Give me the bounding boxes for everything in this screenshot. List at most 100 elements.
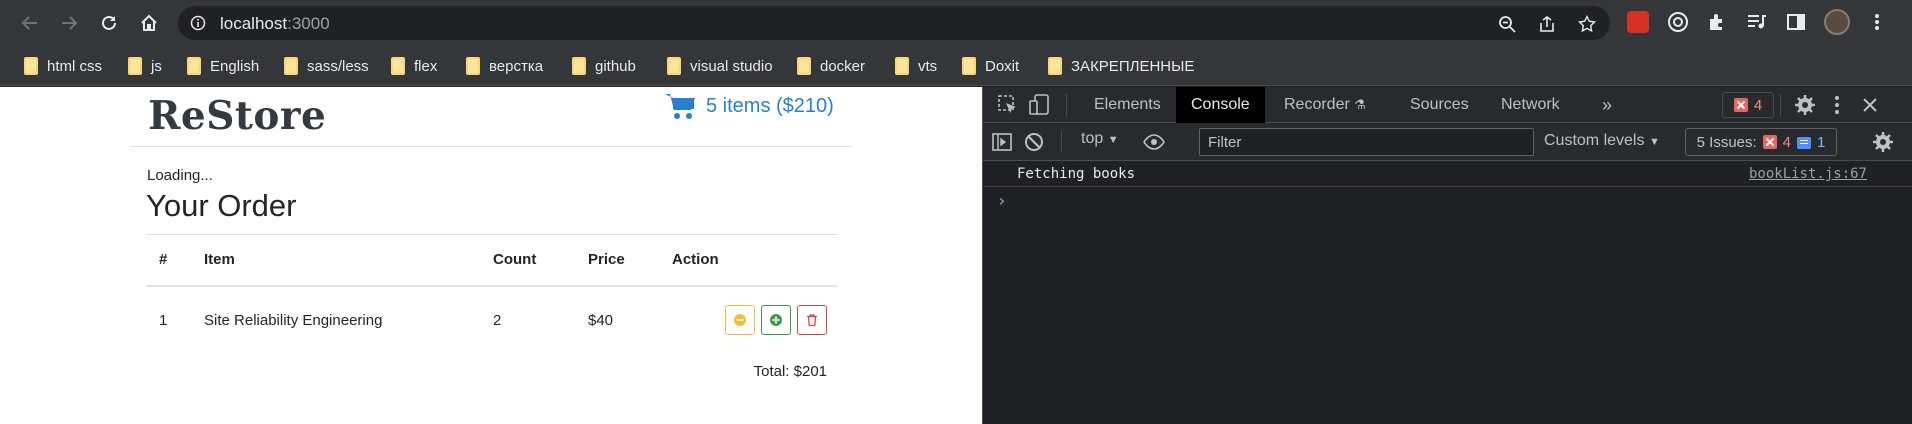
order-total: Total: $201 <box>753 363 827 380</box>
issues-label: 5 Issues: <box>1696 133 1757 151</box>
minus-circle-icon <box>734 314 746 326</box>
avatar[interactable] <box>1824 9 1850 35</box>
puzzle-icon[interactable] <box>1706 11 1728 33</box>
bookmark-folder[interactable]: docker <box>797 55 865 77</box>
bookmark-label: ЗАКРЕПЛЕННЫЕ <box>1071 57 1195 75</box>
extension-target-icon[interactable] <box>1667 11 1689 33</box>
trash-icon <box>807 314 817 327</box>
tab-sources[interactable]: Sources <box>1395 87 1484 123</box>
bookmark-label: html css <box>47 57 103 75</box>
bookmark-folder[interactable]: sass/less <box>284 55 369 77</box>
bookmark-folder[interactable]: English <box>187 55 259 77</box>
site-header: ReStore 5 items ($210) <box>130 87 852 147</box>
tab-recorder[interactable]: Recorder ⚗ <box>1269 87 1381 123</box>
more-tabs-button[interactable]: » <box>1587 87 1627 123</box>
close-icon[interactable] <box>1859 94 1881 116</box>
media-queue-icon[interactable] <box>1745 11 1767 33</box>
context-label: top <box>1081 130 1104 147</box>
action-buttons <box>672 305 837 335</box>
log-message: Fetching books <box>1017 166 1136 182</box>
tab-network[interactable]: Network <box>1486 87 1575 123</box>
folder-icon <box>284 57 298 75</box>
cart-link[interactable]: 5 items ($210) <box>664 91 834 121</box>
folder-icon <box>797 57 811 75</box>
side-panel-icon[interactable] <box>1785 11 1807 33</box>
bookmark-folder[interactable]: верстка <box>466 55 543 77</box>
log-levels-dropdown[interactable]: Custom levels ▼ <box>1544 132 1660 150</box>
tab-elements[interactable]: Elements <box>1079 87 1176 123</box>
home-button[interactable] <box>135 9 163 37</box>
bookmark-label: flex <box>414 57 438 75</box>
issues-button[interactable]: 5 Issues: 4 1 <box>1685 128 1837 156</box>
bookmark-folder[interactable]: vts <box>895 55 937 77</box>
device-toolbar-icon[interactable] <box>1028 94 1050 116</box>
console-toolbar: top ▼ Filter Custom levels ▼ 5 Issues: 4… <box>983 123 1912 161</box>
bookmark-folder[interactable]: html css <box>24 55 102 77</box>
bookmark-folder[interactable]: ЗАКРЕПЛЕННЫЕ <box>1048 55 1194 77</box>
back-button[interactable] <box>16 9 44 37</box>
decrease-button[interactable] <box>725 305 755 335</box>
dropdown-arrow-icon: ▼ <box>1107 134 1119 146</box>
bookmark-folder[interactable]: github <box>572 55 636 77</box>
eye-icon[interactable] <box>1143 131 1165 153</box>
bookmark-label: js <box>151 57 162 75</box>
console-settings-icon[interactable] <box>1872 131 1894 153</box>
devtools-panel: Elements Console Recorder ⚗ Sources Netw… <box>982 87 1912 424</box>
folder-icon <box>466 57 480 75</box>
issues-error-count: 4 <box>1782 133 1792 151</box>
settings-gear-icon[interactable] <box>1794 94 1816 116</box>
log-source-link[interactable]: bookList.js:67 <box>1749 166 1867 182</box>
clear-console-icon[interactable] <box>1023 131 1045 153</box>
error-icon <box>1762 135 1777 149</box>
console-prompt[interactable]: › <box>997 191 1007 210</box>
extension-red-icon[interactable] <box>1627 11 1649 33</box>
error-count-badge[interactable]: 4 <box>1722 92 1774 118</box>
bookmark-folder[interactable]: Doxit <box>962 55 1019 77</box>
issues-info-count: 1 <box>1817 133 1826 151</box>
more-vertical-icon[interactable] <box>1826 94 1848 116</box>
sidebar-toggle-icon[interactable] <box>991 131 1013 153</box>
share-icon[interactable] <box>1538 15 1556 33</box>
bookmark-folder[interactable]: js <box>128 55 162 77</box>
address-bar[interactable]: localhost:3000 <box>178 6 1610 40</box>
info-message-icon <box>1797 137 1812 149</box>
star-icon[interactable] <box>1578 15 1596 33</box>
folder-icon <box>572 57 586 75</box>
error-count: 4 <box>1753 96 1763 114</box>
cart-label: 5 items ($210) <box>706 94 834 117</box>
cell-price: $40 <box>575 285 659 354</box>
bookmarks-bar: html css js English sass/less flex верст… <box>0 46 1912 86</box>
forward-button[interactable] <box>55 9 83 37</box>
brand-logo[interactable]: ReStore <box>148 93 326 139</box>
folder-icon <box>895 57 909 75</box>
separator <box>1066 94 1067 116</box>
cell-num: 1 <box>146 285 191 354</box>
arrow-right-icon <box>62 16 78 30</box>
folder-icon <box>667 57 681 75</box>
inspect-element-icon[interactable] <box>997 94 1019 116</box>
filter-input[interactable]: Filter <box>1199 128 1534 156</box>
zoom-icon[interactable] <box>1498 15 1516 33</box>
bookmark-label: верстка <box>489 57 544 75</box>
folder-icon <box>187 57 201 75</box>
info-icon[interactable] <box>190 15 206 31</box>
order-title: Your Order <box>146 188 297 223</box>
more-vertical-icon[interactable] <box>1866 11 1888 33</box>
bookmark-label: vts <box>918 57 938 75</box>
url-host: localhost <box>220 14 288 33</box>
flask-icon: ⚗ <box>1354 97 1366 112</box>
reload-button[interactable] <box>95 9 123 37</box>
devtools-tabbar: Elements Console Recorder ⚗ Sources Netw… <box>983 87 1912 123</box>
bookmark-folder[interactable]: visual studio <box>667 55 773 77</box>
delete-button[interactable] <box>797 305 827 335</box>
folder-icon <box>391 57 405 75</box>
context-selector[interactable]: top ▼ <box>1081 130 1119 148</box>
tab-console[interactable]: Console <box>1176 87 1265 123</box>
increase-button[interactable] <box>761 305 791 335</box>
table-row: 1 Site Reliability Engineering 2 $40 <box>146 285 837 354</box>
bookmark-folder[interactable]: flex <box>391 55 437 77</box>
cell-item: Site Reliability Engineering <box>191 285 480 354</box>
header-action: Action <box>659 234 837 287</box>
bookmark-label: Doxit <box>985 57 1020 75</box>
tab-recorder-label: Recorder <box>1284 96 1350 113</box>
